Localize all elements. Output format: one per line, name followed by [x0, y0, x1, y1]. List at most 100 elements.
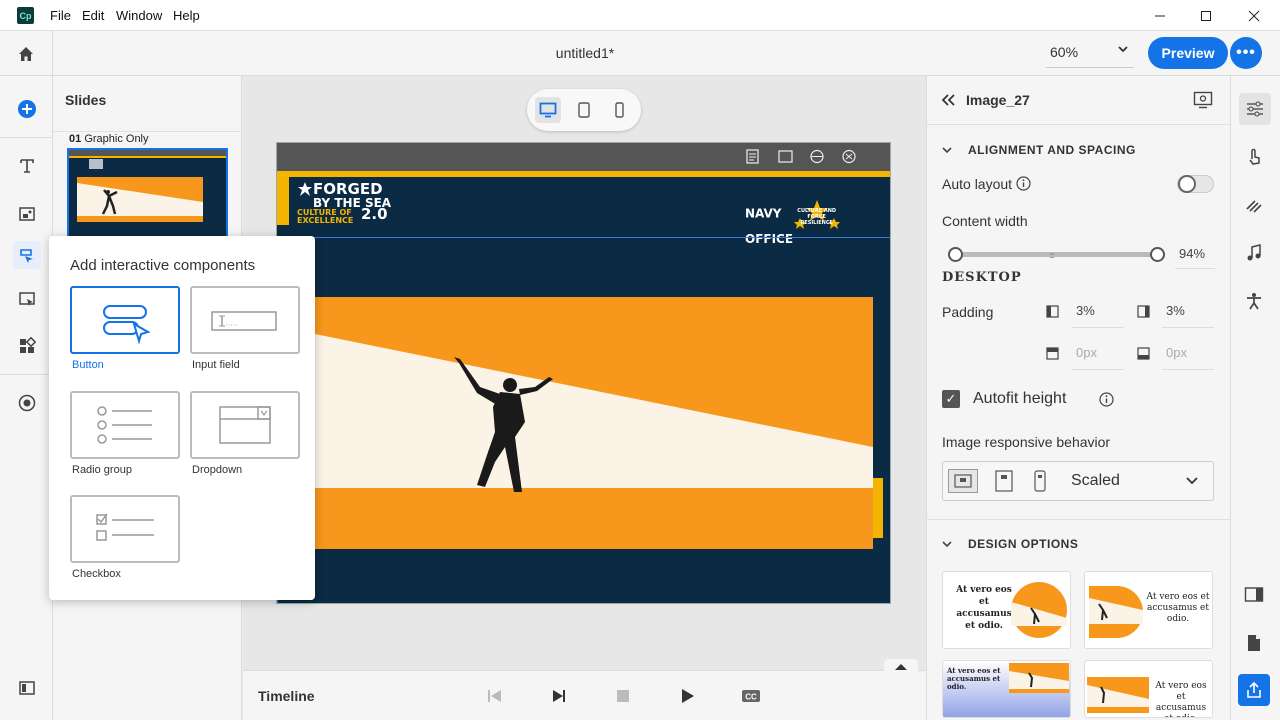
close-icon[interactable]: [1231, 4, 1277, 28]
properties-tab[interactable]: [1239, 93, 1271, 125]
padding-top-value[interactable]: 0px: [1076, 345, 1097, 360]
closed-captions-button[interactable]: CC: [737, 684, 765, 708]
maximize-icon[interactable]: [1183, 4, 1229, 28]
slider-left-handle[interactable]: [948, 247, 963, 262]
menu-help[interactable]: Help: [173, 8, 200, 23]
object-name: Image_27: [966, 92, 1030, 108]
play-button[interactable]: [673, 684, 701, 708]
padding-left-icon: [1046, 305, 1059, 321]
design-section-title[interactable]: DESIGN OPTIONS: [968, 537, 1078, 551]
design-option-text: At vero eos et accusamus et odio.: [1146, 592, 1210, 624]
audio-icon[interactable]: [1245, 244, 1263, 265]
alignment-section-title[interactable]: ALIGNMENT AND SPACING: [968, 143, 1136, 157]
desktop-view-button[interactable]: [535, 97, 561, 123]
slider-right-handle[interactable]: [1150, 247, 1165, 262]
record-icon[interactable]: [13, 389, 41, 417]
slide-top-bar: [277, 143, 890, 171]
animation-icon[interactable]: [1245, 196, 1263, 217]
fit-mode-icon[interactable]: [995, 470, 1013, 495]
tablet-view-button[interactable]: [571, 97, 597, 123]
slide-thumbnail[interactable]: [67, 148, 228, 240]
checkbox-component-label: Checkbox: [72, 568, 121, 580]
content-width-slider[interactable]: [956, 252, 1157, 257]
scaled-mode-icon[interactable]: [948, 469, 978, 493]
dropdown-component[interactable]: [190, 391, 300, 459]
design-option-4[interactable]: At vero eos et accusamus et odio.: [1084, 660, 1213, 718]
image-27[interactable]: [315, 297, 873, 549]
widget-icon[interactable]: [13, 285, 41, 313]
play-icon: [682, 689, 694, 703]
menu-edit[interactable]: Edit: [82, 8, 104, 23]
menu-window[interactable]: Window: [116, 8, 162, 23]
home-button[interactable]: [0, 31, 53, 76]
desktop-label: DESKTOP: [942, 270, 1022, 285]
accessibility-icon[interactable]: [1245, 292, 1263, 313]
info-icon[interactable]: [1099, 392, 1114, 410]
input-field-component[interactable]: [190, 286, 300, 354]
chevron-down-icon[interactable]: [941, 144, 953, 159]
slide-navy: NAVY: [745, 206, 782, 221]
desktop-icon: [539, 102, 557, 118]
design-option-3[interactable]: At vero eos et accusamus et odio.: [942, 660, 1071, 718]
padding-top-icon: [1046, 347, 1059, 363]
play-next-button[interactable]: [545, 684, 573, 708]
slide-number: 01: [69, 133, 82, 145]
chevron-down-icon[interactable]: [1117, 42, 1129, 58]
share-icon: [1247, 681, 1261, 698]
panel-divider: [926, 124, 1230, 125]
panel-toggle-icon[interactable]: [13, 674, 41, 702]
chevron-down-icon[interactable]: [1185, 475, 1199, 490]
content-width-label: Content width: [942, 213, 1028, 229]
blocks-icon[interactable]: [13, 332, 41, 360]
stop-icon: [617, 690, 629, 702]
design-option-text: At vero eos et accusamus et odio.: [947, 666, 1001, 691]
slide-line-excellence: EXCELLENCE: [297, 216, 354, 225]
stop-button[interactable]: [609, 684, 637, 708]
tablet-icon: [578, 102, 590, 118]
autofit-checkbox[interactable]: ✓: [942, 390, 960, 408]
slide-line-forged: FORGED: [313, 180, 383, 198]
layout-panel-icon[interactable]: [1244, 586, 1264, 607]
interactive-components-icon[interactable]: [13, 241, 41, 269]
info-icon[interactable]: [1016, 176, 1031, 194]
button-component[interactable]: [70, 286, 180, 354]
more-options-button[interactable]: •••: [1230, 37, 1262, 69]
padding-right-value[interactable]: 3%: [1166, 303, 1185, 318]
padding-left-value[interactable]: 3%: [1076, 303, 1095, 318]
zoom-value[interactable]: 60%: [1050, 44, 1078, 60]
timeline-expand-button[interactable]: [884, 659, 918, 675]
slide-left-accent: [277, 177, 289, 225]
mobile-view-button[interactable]: [606, 97, 632, 123]
interaction-icon[interactable]: [1245, 148, 1263, 169]
chevron-down-icon[interactable]: [941, 538, 953, 553]
mobile-icon: [615, 102, 624, 118]
minimize-icon[interactable]: [1137, 4, 1183, 28]
right-rail: [1230, 76, 1280, 720]
share-button[interactable]: [1238, 674, 1270, 706]
text-icon[interactable]: [13, 152, 41, 180]
checkbox-component[interactable]: [70, 495, 180, 563]
preview-button[interactable]: Preview: [1148, 37, 1228, 69]
document-icon[interactable]: [1246, 634, 1262, 655]
value-underline: [1072, 327, 1124, 328]
document-title: untitled1*: [555, 45, 615, 61]
menu-file[interactable]: File: [50, 8, 71, 23]
mobile-mode-icon[interactable]: [1033, 470, 1047, 495]
media-icon[interactable]: [13, 200, 41, 228]
padding-bottom-value[interactable]: 0px: [1166, 345, 1187, 360]
design-option-1[interactable]: At vero eos et accusamus et odio.: [942, 571, 1071, 649]
responsive-behavior-value: Scaled: [1071, 472, 1120, 489]
slide-canvas[interactable]: FORGED BY THE SEA CULTURE OF EXCELLENCE …: [276, 142, 891, 604]
chevron-up-icon: [895, 664, 907, 670]
auto-layout-label: Auto layout: [942, 176, 1013, 192]
value-underline: [1072, 369, 1124, 370]
collapse-panel-icon[interactable]: [940, 92, 956, 111]
rewind-button[interactable]: [481, 684, 509, 708]
visibility-toggle-icon[interactable]: [1193, 91, 1213, 112]
zoom-underline: [1046, 67, 1134, 68]
content-width-value[interactable]: 94%: [1179, 246, 1205, 261]
radio-group-component[interactable]: [70, 391, 180, 459]
design-option-text: At vero eos et accusamus et odio.: [956, 585, 1012, 631]
add-icon[interactable]: [13, 95, 41, 123]
design-option-2[interactable]: At vero eos et accusamus et odio.: [1084, 571, 1213, 649]
